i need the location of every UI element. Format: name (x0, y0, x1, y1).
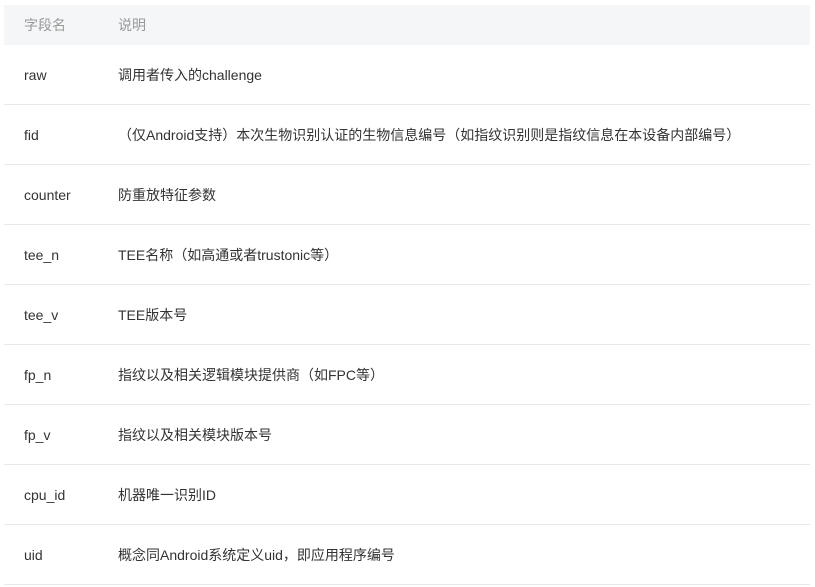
field-name-cell: fid (24, 126, 39, 143)
table-row: counter 防重放特征参数 (4, 165, 810, 225)
field-name-cell: fp_v (24, 426, 51, 443)
table-row: fp_v 指纹以及相关模块版本号 (4, 405, 810, 465)
description-cell: 指纹以及相关模块版本号 (118, 426, 272, 443)
table-row: fp_n 指纹以及相关逻辑模块提供商（如FPC等） (4, 345, 810, 405)
description-cell: 概念同Android系统定义uid，即应用程序编号 (118, 546, 395, 563)
table-row: cpu_id 机器唯一识别ID (4, 465, 810, 525)
table-header: 字段名 说明 (4, 5, 810, 45)
table-row: tee_v TEE版本号 (4, 285, 810, 345)
description-cell: TEE版本号 (118, 306, 188, 323)
field-name-cell: fp_n (24, 366, 52, 383)
field-name-cell: tee_v (24, 306, 59, 323)
field-description-table: 字段名 说明 raw 调用者传入的challenge fid （仅Android… (4, 5, 810, 585)
description-cell: TEE名称（如高通或者trustonic等） (118, 246, 339, 263)
field-name-cell: uid (24, 546, 43, 563)
description-cell: 调用者传入的challenge (118, 66, 262, 83)
table-row: raw 调用者传入的challenge (4, 45, 810, 105)
field-name-cell: counter (24, 186, 71, 203)
field-name-cell: raw (24, 66, 47, 83)
column-header-field-name: 字段名 (24, 17, 66, 33)
column-header-description: 说明 (118, 17, 146, 33)
description-cell: 机器唯一识别ID (118, 486, 216, 503)
table-row: fid （仅Android支持）本次生物识别认证的生物信息编号（如指纹识别则是指… (4, 105, 810, 165)
table-row: uid 概念同Android系统定义uid，即应用程序编号 (4, 525, 810, 585)
field-name-cell: cpu_id (24, 486, 66, 503)
description-cell: 指纹以及相关逻辑模块提供商（如FPC等） (118, 366, 384, 383)
description-cell: 防重放特征参数 (118, 186, 216, 203)
description-cell: （仅Android支持）本次生物识别认证的生物信息编号（如指纹识别则是指纹信息在… (118, 126, 741, 143)
table-row: tee_n TEE名称（如高通或者trustonic等） (4, 225, 810, 285)
field-name-cell: tee_n (24, 246, 60, 263)
